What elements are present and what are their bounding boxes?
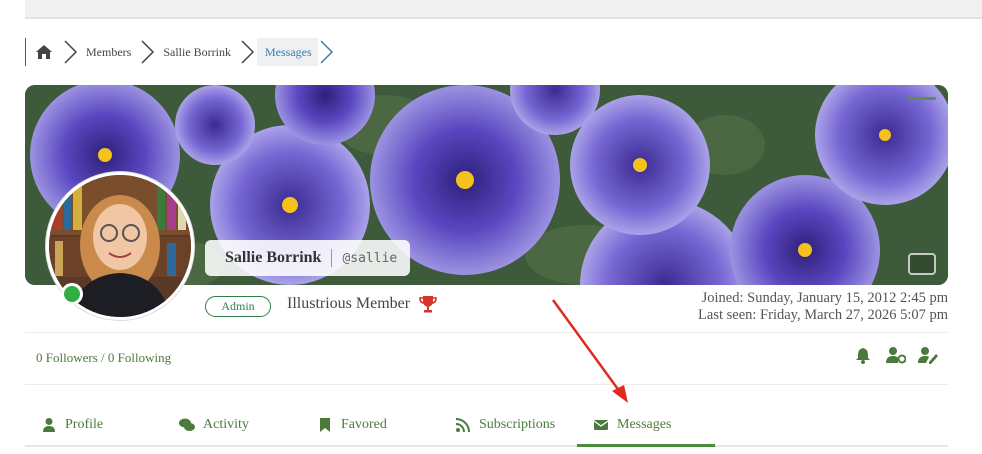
comments-icon	[179, 418, 195, 431]
tab-spacer	[715, 405, 948, 447]
envelope-icon	[593, 419, 609, 430]
chevron-right-icon	[241, 40, 255, 64]
tab-messages[interactable]: Messages	[577, 405, 715, 447]
rss-icon	[455, 418, 470, 433]
last-seen-date: Last seen: Friday, March 27, 2026 5:07 p…	[698, 307, 948, 323]
cover-menu-handle[interactable]	[906, 97, 936, 100]
bell-icon[interactable]	[854, 346, 874, 364]
user-icon	[43, 418, 55, 432]
trophy-icon	[419, 296, 437, 313]
profile-tabs: Profile Activity Favored Subscriptions M…	[25, 405, 948, 447]
tab-favored[interactable]: Favored	[301, 405, 439, 447]
chevron-right-icon	[141, 40, 155, 64]
online-status-indicator	[61, 283, 83, 305]
member-rank: Illustrious Member	[287, 294, 438, 314]
tab-label: Activity	[203, 417, 249, 432]
home-icon	[36, 45, 52, 59]
followers-following-link[interactable]: 0 Followers / 0 Following	[36, 350, 171, 366]
tab-activity[interactable]: Activity	[163, 405, 301, 447]
rank-label: Illustrious Member	[287, 295, 411, 312]
breadcrumb-current: Messages	[257, 38, 318, 66]
tab-label: Messages	[617, 416, 672, 432]
chevron-right-icon	[64, 40, 78, 64]
user-edit-icon[interactable]	[918, 346, 938, 364]
chevron-right-icon	[320, 40, 333, 64]
divider	[25, 332, 948, 333]
tab-label: Subscriptions	[479, 417, 556, 432]
tab-profile[interactable]: Profile	[25, 405, 163, 447]
divider	[25, 384, 948, 385]
user-settings-icon[interactable]	[886, 346, 907, 364]
display-name: Sallie Borrink	[205, 249, 333, 267]
role-badge: Admin	[205, 296, 271, 317]
breadcrumb-members[interactable]: Members	[80, 38, 139, 66]
top-bar	[25, 0, 982, 19]
breadcrumb-user[interactable]: Sallie Borrink	[157, 38, 239, 66]
tab-subscriptions[interactable]: Subscriptions	[439, 405, 577, 447]
username-handle: @sallie	[342, 250, 398, 266]
tab-label: Profile	[65, 417, 104, 432]
change-cover-photo-icon[interactable]	[908, 253, 936, 275]
breadcrumb: Members Sallie Borrink Messages	[25, 38, 336, 66]
name-card: Sallie Borrink @sallie	[205, 240, 410, 276]
profile-actions	[854, 346, 938, 364]
bookmark-icon	[320, 418, 330, 432]
tab-label: Favored	[341, 417, 387, 432]
member-dates: Joined: Sunday, January 15, 2012 2:45 pm…	[698, 290, 948, 324]
breadcrumb-home[interactable]	[26, 38, 62, 66]
joined-date: Joined: Sunday, January 15, 2012 2:45 pm	[701, 290, 948, 306]
